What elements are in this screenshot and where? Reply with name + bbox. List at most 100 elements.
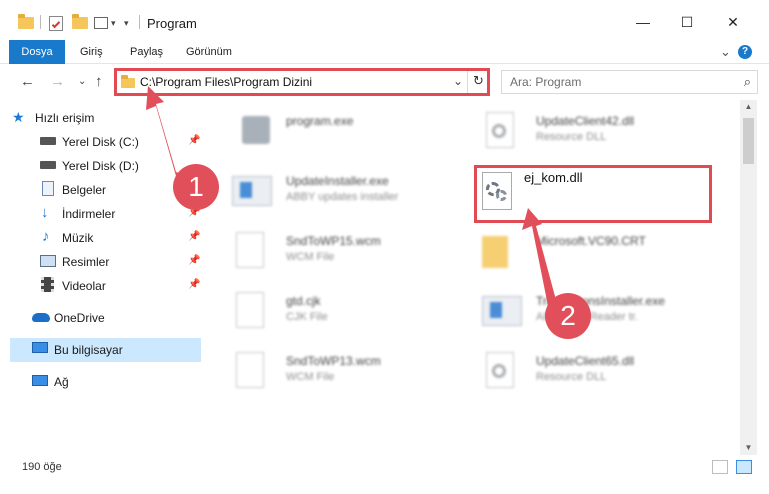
address-highlight-box — [114, 68, 490, 96]
step-badge-1: 1 — [173, 164, 219, 210]
sidebar-item-label: Hızlı erişim — [35, 111, 95, 125]
sidebar-item-label: Resimler — [62, 255, 110, 269]
file-item[interactable]: UpdateClient65.dll Resource DLL — [480, 346, 720, 396]
cloud-icon — [32, 313, 50, 322]
scroll-up-icon[interactable]: ▲ — [740, 100, 757, 114]
pin-icon[interactable]: 📌 — [188, 255, 200, 266]
quick-access-dropdown-icon[interactable]: ▾ — [124, 14, 129, 32]
exe-icon — [236, 110, 278, 150]
navigation-pane: ★ Hızlı erişim Yerel Disk (C:) 📌 Yerel D… — [0, 100, 205, 455]
maximize-button[interactable]: ☐ — [672, 10, 702, 34]
pin-icon[interactable]: 📌 — [188, 279, 200, 290]
item-count: 190 öğe — [22, 461, 62, 473]
tab-view[interactable]: Görünüm — [186, 40, 232, 64]
details-view-icon[interactable] — [712, 460, 728, 474]
file-name: Microsoft.VC90.CRT — [536, 234, 646, 248]
folder-icon — [480, 230, 522, 270]
large-icons-view-icon[interactable] — [736, 460, 752, 474]
sidebar-item-quick-access[interactable]: ★ Hızlı erişim — [0, 106, 205, 130]
documents-icon — [42, 181, 54, 196]
toolbar-divider — [40, 15, 41, 29]
new-folder-icon[interactable] — [72, 14, 88, 32]
sidebar-item-network[interactable]: Ağ — [0, 370, 205, 394]
dll-icon — [480, 110, 522, 150]
scroll-thumb[interactable] — [743, 118, 754, 164]
help-icon[interactable]: ? — [738, 45, 752, 59]
file-highlight-box — [474, 165, 712, 223]
sidebar-item-label: OneDrive — [54, 311, 105, 325]
file-type: WCM File — [286, 371, 335, 383]
title-bar: ▾ ▾ Program — ☐ ✕ — [0, 0, 769, 40]
pin-icon[interactable]: 📌 — [188, 231, 200, 242]
forward-button[interactable]: → — [50, 73, 65, 90]
sidebar-item-videos[interactable]: Videolar 📌 — [0, 274, 205, 298]
file-name: UpdateInstaller.exe — [286, 174, 389, 188]
sidebar-item-onedrive[interactable]: OneDrive — [0, 306, 205, 330]
sidebar-item-label: Videolar — [62, 279, 106, 293]
file-name: program.exe — [286, 114, 354, 128]
sidebar-item-label: Yerel Disk (D:) — [62, 159, 139, 173]
dll-icon — [480, 350, 522, 390]
drive-icon — [40, 161, 56, 169]
sidebar-item-label: Belgeler — [62, 183, 107, 197]
status-bar: 190 öğe — [0, 455, 769, 481]
sidebar-item-label: Müzik — [62, 231, 94, 245]
file-name: SndToWP13.wcm — [286, 354, 381, 368]
search-input[interactable] — [510, 75, 710, 89]
folder-icon — [18, 14, 34, 32]
file-icon — [230, 350, 272, 390]
sidebar-item-drive-c[interactable]: Yerel Disk (C:) 📌 — [0, 130, 205, 154]
sidebar-item-this-pc[interactable]: Bu bilgisayar — [10, 338, 201, 362]
search-box: ⌕ — [501, 70, 758, 94]
up-button[interactable]: ↑ — [95, 73, 103, 90]
installer-icon — [480, 290, 522, 330]
sidebar-item-label: Ağ — [54, 375, 69, 389]
search-icon[interactable]: ⌕ — [744, 74, 751, 90]
back-button[interactable]: ← — [20, 73, 35, 90]
file-type: Resource DLL — [536, 371, 607, 383]
sidebar-item-label: İndirmeler — [62, 207, 116, 221]
file-list: program.exe UpdateInstaller.exe ABBY upd… — [210, 100, 740, 455]
drive-icon — [40, 137, 56, 145]
file-item[interactable]: SndToWP13.wcm WCM File — [230, 346, 460, 396]
vertical-scrollbar[interactable]: ▲ ▼ — [740, 100, 757, 455]
file-item[interactable]: UpdateClient42.dll Resource DLL — [480, 106, 720, 156]
customize-toolbar-icon[interactable]: ▾ — [94, 14, 116, 32]
close-button[interactable]: ✕ — [718, 10, 748, 34]
properties-icon[interactable] — [49, 14, 63, 32]
file-type: Resource DLL — [536, 131, 607, 143]
file-item[interactable]: TranslationsInstaller.exe ABBY FineReade… — [480, 286, 720, 336]
file-icon — [230, 290, 272, 330]
file-type: ABBY updates installer — [286, 191, 399, 203]
minimize-button[interactable]: — — [628, 10, 658, 34]
scroll-down-icon[interactable]: ▼ — [740, 441, 757, 455]
recent-locations-button[interactable]: ⌄ — [78, 76, 86, 87]
tab-file[interactable]: Dosya — [9, 40, 65, 64]
window-title: Program — [147, 16, 197, 31]
star-icon: ★ — [12, 109, 25, 125]
file-item[interactable]: program.exe — [230, 106, 460, 156]
file-type: CJK File — [286, 311, 328, 323]
sidebar-item-music[interactable]: ♪ Müzik 📌 — [0, 226, 205, 250]
expand-ribbon-icon[interactable]: ⌄ — [720, 40, 731, 64]
network-icon — [32, 375, 48, 386]
music-icon: ♪ — [42, 228, 50, 245]
sidebar-item-pictures[interactable]: Resimler 📌 — [0, 250, 205, 274]
installer-icon — [230, 170, 272, 210]
computer-icon — [32, 342, 48, 353]
pictures-icon — [40, 255, 56, 267]
tab-home[interactable]: Giriş — [80, 40, 103, 64]
file-item[interactable]: SndToWP15.wcm WCM File — [230, 226, 460, 276]
tab-share[interactable]: Paylaş — [130, 40, 163, 64]
file-item[interactable]: Microsoft.VC90.CRT — [480, 226, 720, 276]
sidebar-item-drive-d[interactable]: Yerel Disk (D:) — [0, 154, 205, 178]
sidebar-item-downloads[interactable]: ↓ İndirmeler 📌 — [0, 202, 205, 226]
sidebar-item-label: Yerel Disk (C:) — [62, 135, 139, 149]
pin-icon[interactable]: 📌 — [188, 135, 200, 146]
videos-icon — [41, 277, 54, 292]
file-type: WCM File — [286, 251, 335, 263]
file-item[interactable]: gtd.cjk CJK File — [230, 286, 460, 336]
downloads-icon: ↓ — [41, 204, 49, 221]
file-name: UpdateClient65.dll — [536, 354, 635, 368]
file-item[interactable]: UpdateInstaller.exe ABBY updates install… — [230, 166, 460, 216]
